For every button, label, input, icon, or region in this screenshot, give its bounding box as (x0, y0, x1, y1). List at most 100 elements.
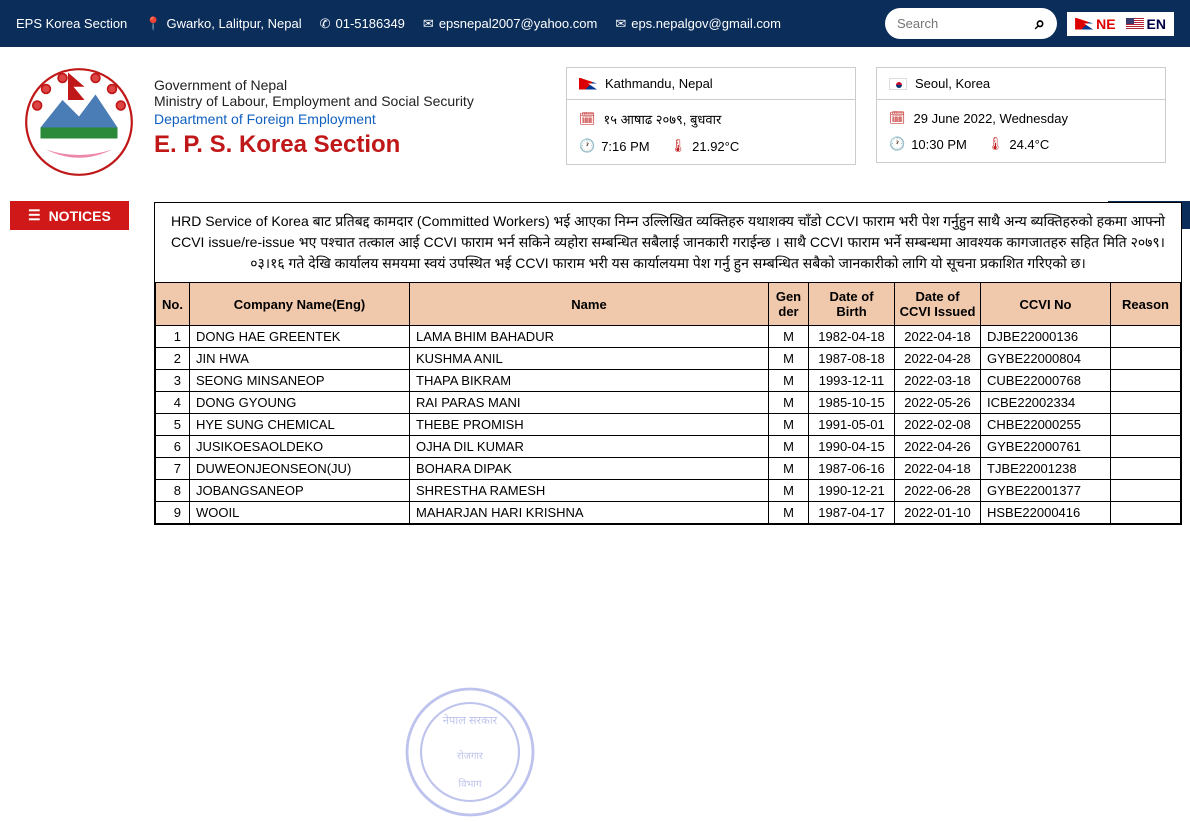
cell-name: RAI PARAS MANI (410, 392, 769, 414)
cell-no: 3 (156, 370, 190, 392)
loc1-temp: 21.92°C (692, 139, 739, 154)
cell-name: THEBE PROMISH (410, 414, 769, 436)
search-icon[interactable]: ⌕ (1035, 13, 1045, 34)
cell-gender: M (769, 370, 809, 392)
cell-ccvi-no: GYBE22000804 (981, 348, 1111, 370)
topbar-email2-text: eps.nepalgov@gmail.com (631, 16, 781, 31)
cell-ccvi-no: TJBE22001238 (981, 458, 1111, 480)
table-row: 9WOOILMAHARJAN HARI KRISHNAM1987-04-1720… (156, 502, 1181, 524)
org-ministry: Ministry of Labour, Employment and Socia… (154, 93, 546, 109)
cell-reason (1111, 370, 1181, 392)
topbar-email1[interactable]: ✉ epsnepal2007@yahoo.com (423, 16, 597, 32)
cell-ccvi-no: CUBE22000768 (981, 370, 1111, 392)
table-header-row: No. Company Name(Eng) Name Gen der Date … (156, 283, 1181, 326)
clock-icon: 🕐 (889, 136, 905, 152)
content-area: HRD Service of Korea बाट प्रतिबद्द कामदा… (0, 202, 1190, 525)
cell-no: 8 (156, 480, 190, 502)
cell-reason (1111, 502, 1181, 524)
cell-ccvi-date: 2022-05-26 (895, 392, 981, 414)
cell-ccvi-date: 2022-04-26 (895, 436, 981, 458)
cell-dob: 1990-12-21 (809, 480, 895, 502)
loc1-date: १५ आषाढ २०७९, बुधवार (604, 110, 722, 128)
cell-no: 5 (156, 414, 190, 436)
thermometer-icon: 🌡 (670, 138, 687, 154)
nepal-emblem-icon (24, 67, 134, 177)
search-input[interactable] (897, 16, 1027, 31)
cell-ccvi-no: DJBE22000136 (981, 326, 1111, 348)
pin-icon: 📍 (145, 16, 161, 32)
cell-no: 1 (156, 326, 190, 348)
cell-ccvi-no: ICBE22002334 (981, 392, 1111, 414)
topbar: EPS Korea Section 📍 Gwarko, Lalitpur, Ne… (0, 0, 1190, 47)
th-no: No. (156, 283, 190, 326)
location-box-kathmandu: Kathmandu, Nepal 🗓 १५ आषाढ २०७९, बुधवार … (566, 67, 856, 165)
lang-ne[interactable]: NE (1075, 16, 1115, 32)
cell-ccvi-date: 2022-03-18 (895, 370, 981, 392)
topbar-location-text: Gwarko, Lalitpur, Nepal (166, 16, 301, 31)
org-dept[interactable]: Department of Foreign Employment (154, 111, 546, 127)
cell-company: WOOIL (190, 502, 410, 524)
th-company: Company Name(Eng) (190, 283, 410, 326)
cell-no: 9 (156, 502, 190, 524)
table-row: 7DUWEONJEONSEON(JU)BOHARA DIPAKM1987-06-… (156, 458, 1181, 480)
lang-en[interactable]: EN (1126, 16, 1166, 32)
table-row: 4DONG GYOUNGRAI PARAS MANIM1985-10-15202… (156, 392, 1181, 414)
cell-company: DONG GYOUNG (190, 392, 410, 414)
topbar-email1-text: epsnepal2007@yahoo.com (439, 16, 597, 31)
cell-company: JUSIKOESAOLDEKO (190, 436, 410, 458)
cell-reason (1111, 348, 1181, 370)
cell-company: DONG HAE GREENTEK (190, 326, 410, 348)
loc1-time: 7:16 PM (601, 139, 649, 154)
th-reason: Reason (1111, 283, 1181, 326)
language-switcher: NE EN (1067, 12, 1174, 36)
cell-dob: 1993-12-11 (809, 370, 895, 392)
cell-gender: M (769, 326, 809, 348)
th-ccvi-no: CCVI No (981, 283, 1111, 326)
loc2-city: Seoul, Korea (915, 76, 990, 91)
mail-icon: ✉ (423, 16, 434, 32)
notice-document: HRD Service of Korea बाट प्रतिबद्द कामदा… (154, 202, 1182, 525)
cell-name: MAHARJAN HARI KRISHNA (410, 502, 769, 524)
th-dob: Date of Birth (809, 283, 895, 326)
th-gender: Gen der (769, 283, 809, 326)
cell-gender: M (769, 414, 809, 436)
cell-name: LAMA BHIM BAHADUR (410, 326, 769, 348)
site-name: EPS Korea Section (16, 16, 127, 31)
org-title: E. P. S. Korea Section (154, 131, 546, 159)
cell-ccvi-date: 2022-04-28 (895, 348, 981, 370)
cell-ccvi-date: 2022-04-18 (895, 326, 981, 348)
cell-dob: 1982-04-18 (809, 326, 895, 348)
cell-name: THAPA BIKRAM (410, 370, 769, 392)
notice-body-text: HRD Service of Korea बाट प्रतिबद्द कामदा… (155, 203, 1181, 282)
thermometer-icon: 🌡 (987, 136, 1004, 152)
cell-dob: 1985-10-15 (809, 392, 895, 414)
cell-dob: 1990-04-15 (809, 436, 895, 458)
cell-company: DUWEONJEONSEON(JU) (190, 458, 410, 480)
cell-reason (1111, 414, 1181, 436)
table-row: 1DONG HAE GREENTEKLAMA BHIM BAHADURM1982… (156, 326, 1181, 348)
cell-gender: M (769, 480, 809, 502)
loc2-time: 10:30 PM (911, 137, 967, 152)
cell-no: 6 (156, 436, 190, 458)
cell-reason (1111, 458, 1181, 480)
cell-ccvi-date: 2022-02-08 (895, 414, 981, 436)
search-box[interactable]: ⌕ (885, 8, 1057, 39)
topbar-location: 📍 Gwarko, Lalitpur, Nepal (145, 16, 301, 32)
cell-gender: M (769, 348, 809, 370)
topbar-email2[interactable]: ✉ eps.nepalgov@gmail.com (615, 16, 781, 32)
site-header: Government of Nepal Ministry of Labour, … (0, 47, 1190, 197)
loc2-temp: 24.4°C (1009, 137, 1049, 152)
cell-reason (1111, 436, 1181, 458)
cell-ccvi-no: GYBE22000761 (981, 436, 1111, 458)
cell-ccvi-date: 2022-04-18 (895, 458, 981, 480)
cell-gender: M (769, 458, 809, 480)
mail-icon: ✉ (615, 16, 626, 32)
flag-nepal-icon (1075, 18, 1093, 30)
cell-company: HYE SUNG CHEMICAL (190, 414, 410, 436)
cell-ccvi-no: GYBE22001377 (981, 480, 1111, 502)
flag-nepal-icon (579, 78, 597, 90)
cell-no: 7 (156, 458, 190, 480)
svg-text:नेपाल सरकार: नेपाल सरकार (443, 713, 498, 727)
th-ccvi-date: Date of CCVI Issued (895, 283, 981, 326)
cell-gender: M (769, 502, 809, 524)
